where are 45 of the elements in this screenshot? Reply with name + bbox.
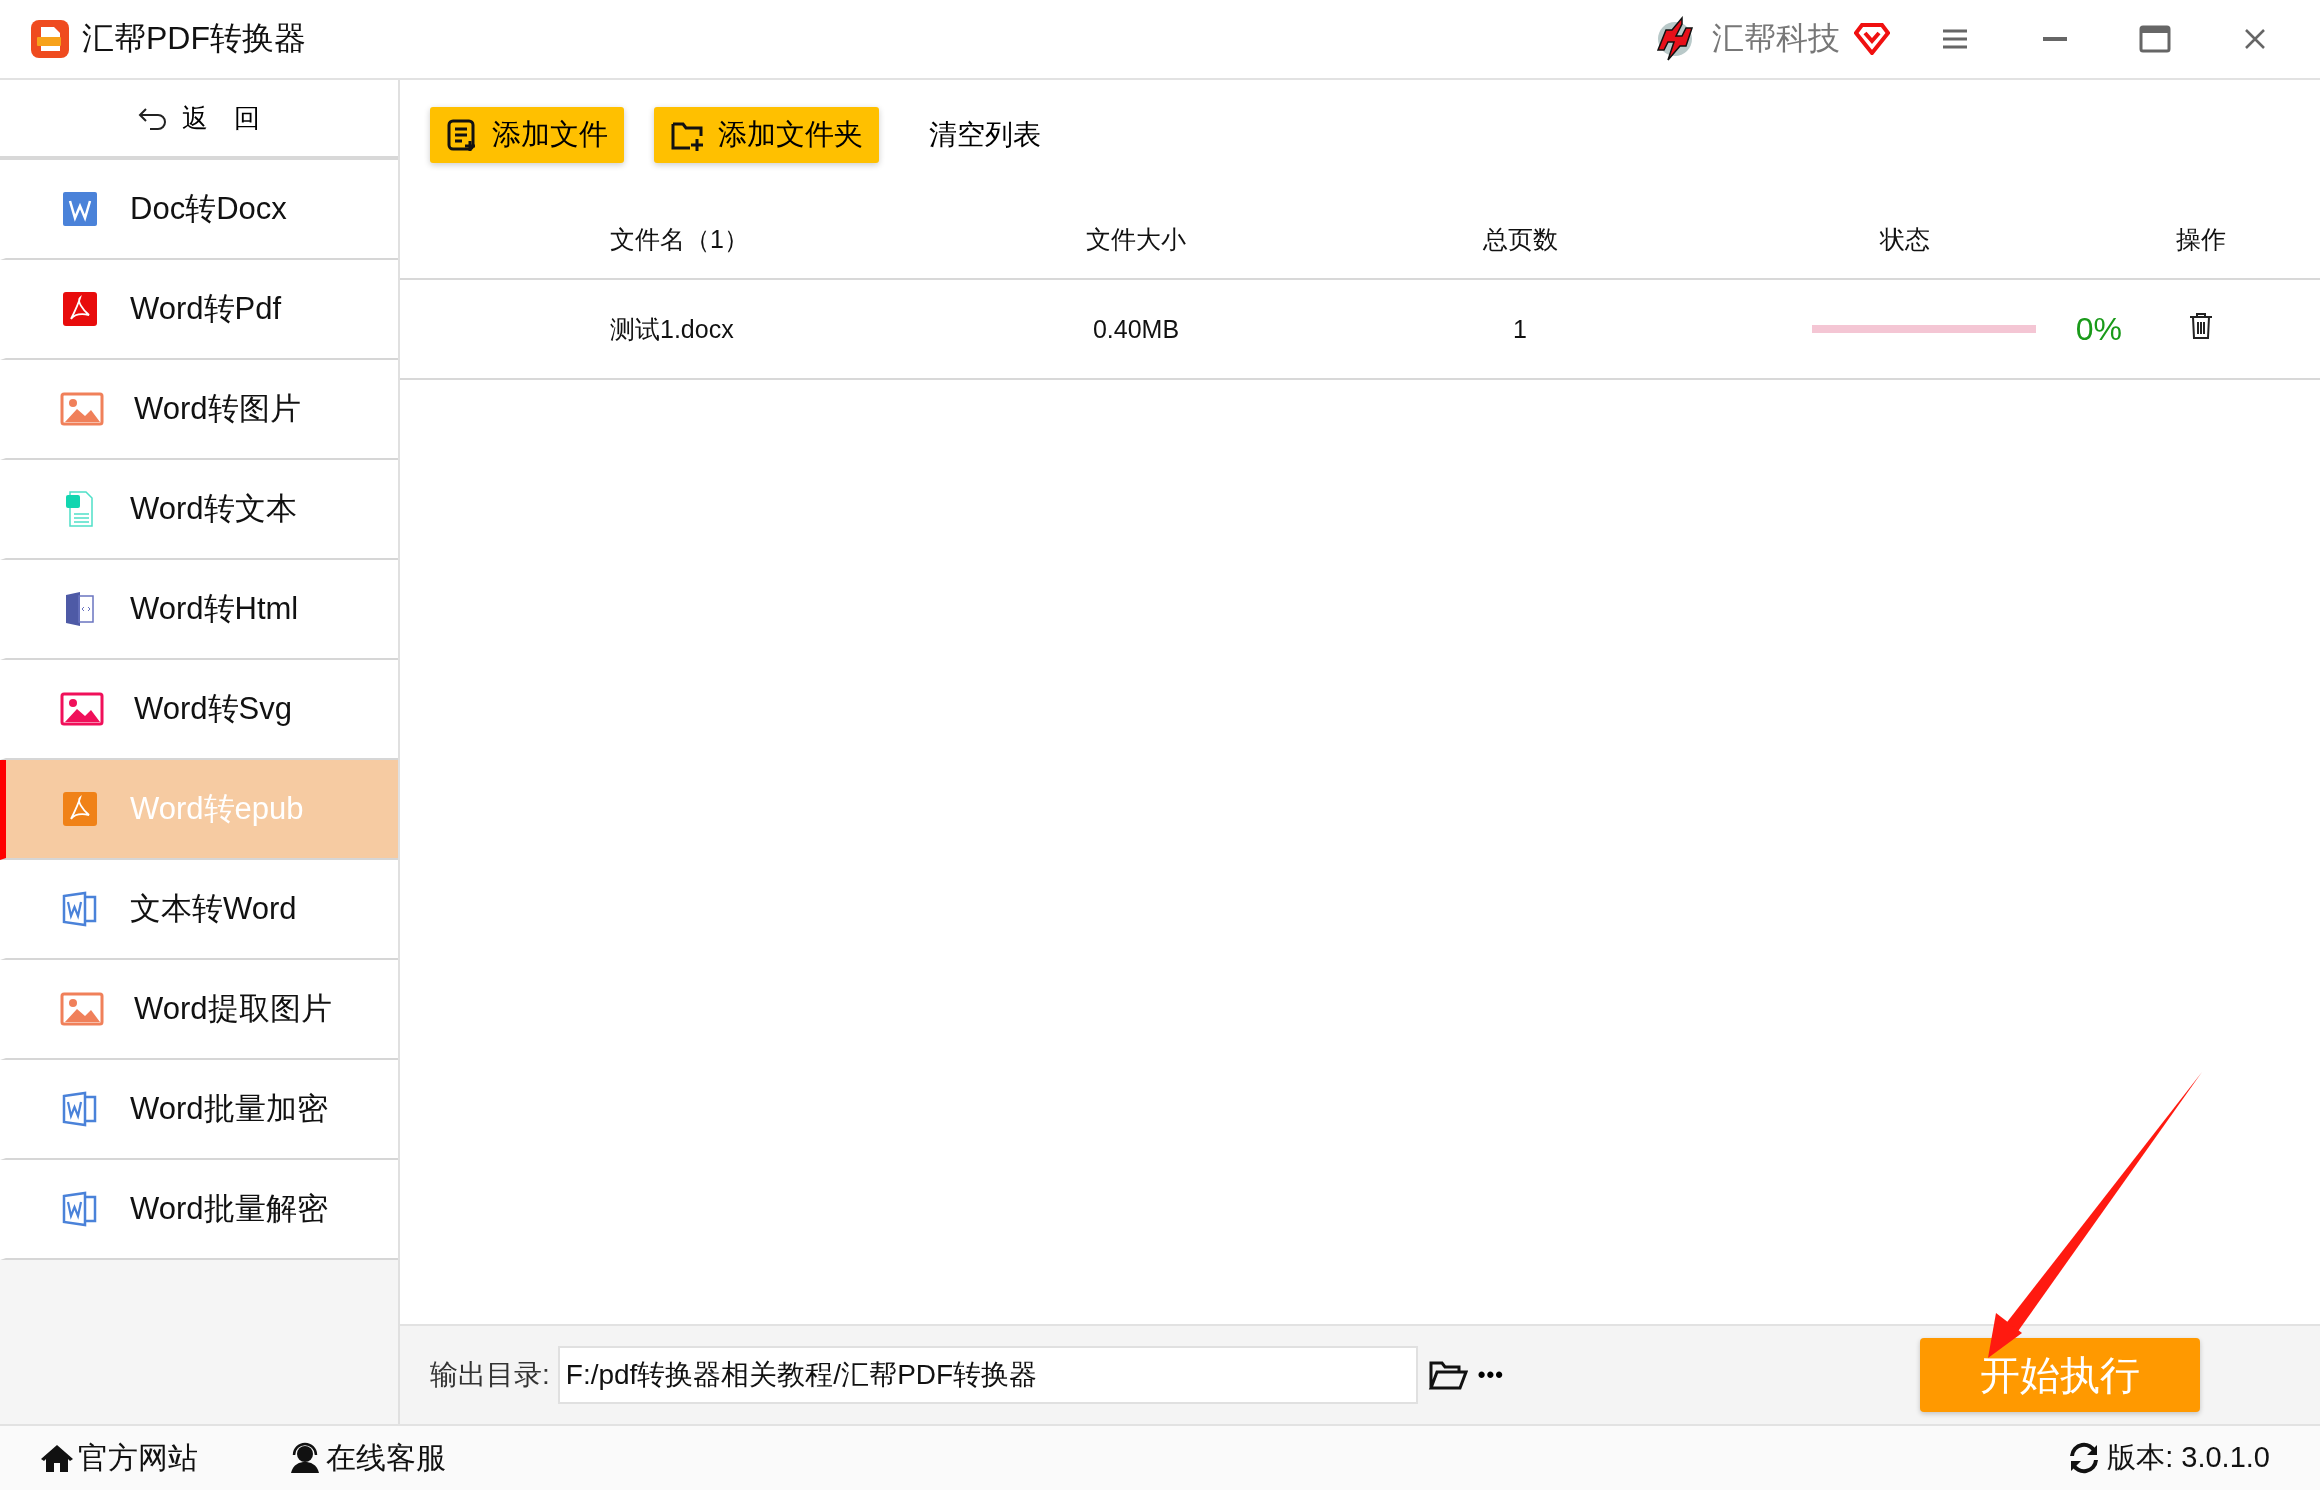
- window-title: 汇帮PDF转换器: [82, 19, 307, 58]
- more-button[interactable]: •••: [1477, 1362, 1504, 1388]
- sidebar-item[interactable]: Word转文本: [0, 460, 398, 560]
- add-file-button[interactable]: 添加文件: [430, 107, 624, 163]
- brand-name: 汇帮科技: [1712, 19, 1840, 58]
- progress-percent: 0%: [2075, 310, 2122, 348]
- headset-person-icon: [288, 1442, 322, 1474]
- clear-list-button[interactable]: 清空列表: [923, 115, 1047, 155]
- sidebar-item[interactable]: 文本转Word: [0, 860, 398, 960]
- sidebar-item[interactable]: Doc转Docx: [0, 160, 398, 260]
- sidebar-item[interactable]: Word批量解密: [0, 1160, 398, 1260]
- sidebar-item[interactable]: Word转Svg: [0, 660, 398, 760]
- maximize-icon: [2139, 25, 2171, 53]
- column-header: 文件大小: [1085, 223, 1187, 255]
- file-size-cell-text: 0.40MB: [1091, 314, 1181, 344]
- pdf-icon: [60, 789, 100, 829]
- file-name-cell-text: 测试1.docx: [610, 313, 735, 345]
- column-header: 操作: [2175, 223, 2227, 255]
- back-arrow-icon: [138, 106, 168, 130]
- sidebar-item[interactable]: Word转图片: [0, 360, 398, 460]
- minimize-icon: [2042, 36, 2068, 42]
- back-button[interactable]: 返 回: [0, 80, 398, 160]
- output-label: 输出目录:: [430, 1358, 550, 1392]
- column-header: 文件名（1）: [610, 223, 750, 255]
- app-logo-icon: [30, 19, 70, 59]
- website-link[interactable]: 官方网站: [40, 1437, 198, 1479]
- page-count-cell-text: 1: [1512, 314, 1528, 344]
- output-path-field[interactable]: F:/pdf转换器相关教程/汇帮PDF转换器: [557, 1346, 1418, 1404]
- sidebar-item[interactable]: Word批量加密: [0, 1060, 398, 1160]
- service-link[interactable]: 在线客服: [288, 1437, 446, 1479]
- folder-icon[interactable]: [1427, 1359, 1468, 1391]
- sidebar-item[interactable]: Word提取图片: [0, 960, 398, 1060]
- version-label: 版本: 3.0.1.0: [2107, 1440, 2270, 1475]
- document-icon: [60, 189, 100, 229]
- sidebar-item[interactable]: Word转Html: [0, 560, 398, 660]
- menu-icon: [1942, 28, 1968, 50]
- column-header: 总页数: [1481, 223, 1559, 255]
- column-header: 状态: [1878, 223, 1931, 255]
- add-folder-button[interactable]: 添加文件夹: [654, 107, 879, 163]
- delete-icon[interactable]: [2189, 312, 2213, 340]
- heart-badge-icon: [1854, 23, 1890, 55]
- pdf-icon: [60, 289, 100, 329]
- sidebar-item[interactable]: Word转Pdf: [0, 260, 398, 360]
- close-icon: [2244, 28, 2266, 50]
- home-icon: [40, 1443, 74, 1473]
